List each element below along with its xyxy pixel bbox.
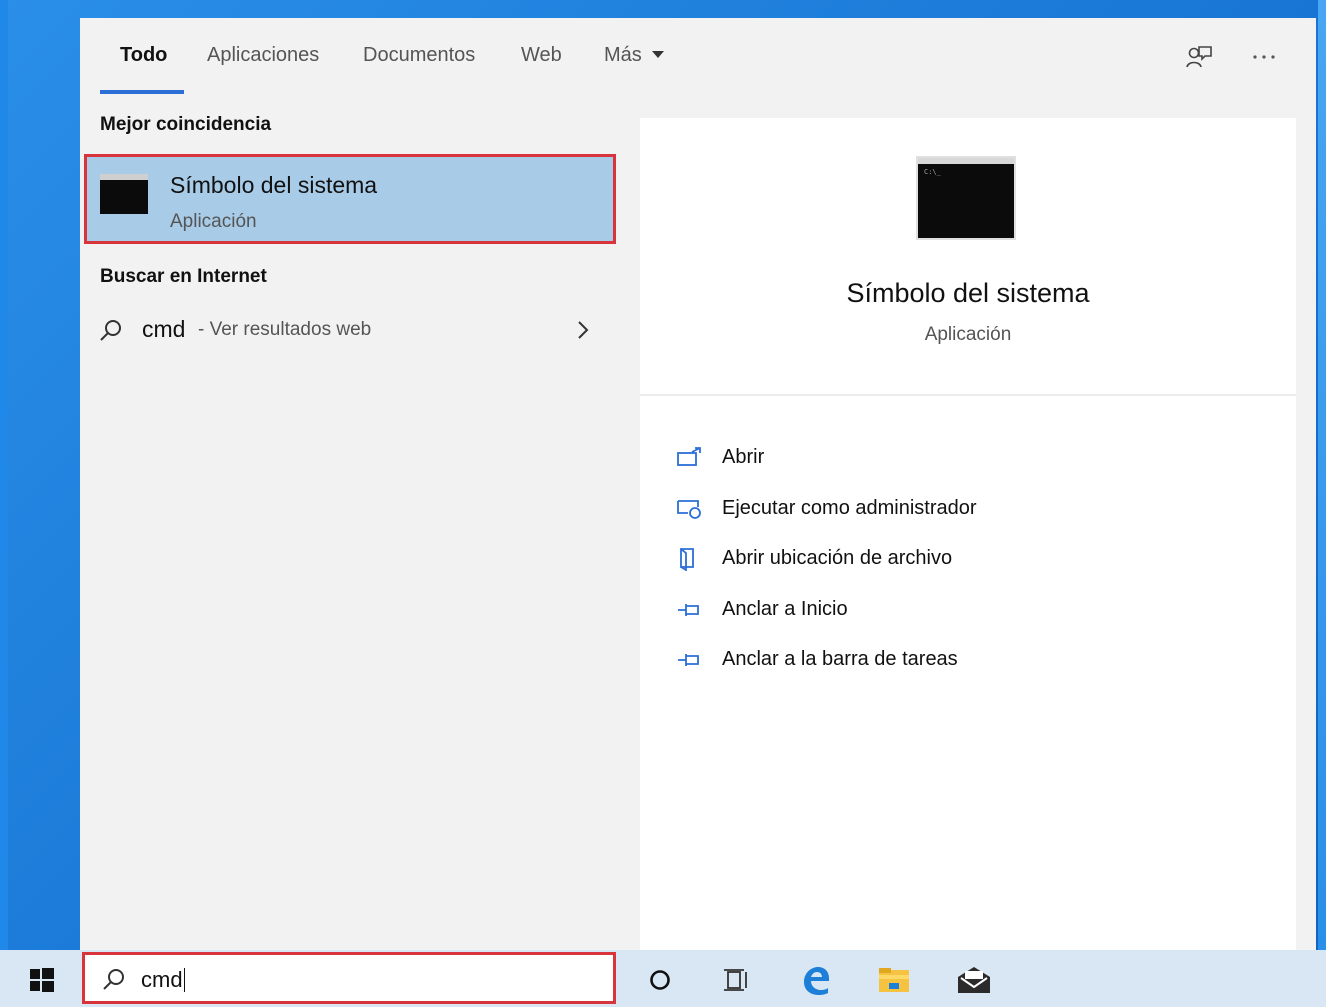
feedback-icon[interactable]	[1182, 40, 1216, 74]
search-icon	[98, 318, 124, 349]
best-match-title: Símbolo del sistema	[170, 172, 378, 198]
best-match-heading: Mejor coincidencia	[100, 114, 272, 135]
chevron-down-icon	[651, 51, 664, 58]
web-search-heading: Buscar en Internet	[100, 266, 267, 287]
divider	[640, 394, 1296, 396]
search-tabs-bar: Todo Aplicaciones Documentos Web Más	[80, 18, 1316, 99]
active-tab-indicator	[100, 90, 184, 94]
detail-subtitle: Aplicación	[924, 324, 1012, 345]
taskbar-search-box[interactable]: cmd	[82, 952, 616, 1004]
action-label: Anclar a Inicio	[722, 598, 848, 620]
best-match-subtitle: Aplicación	[170, 211, 257, 232]
action-label: Anclar a la barra de tareas	[722, 648, 958, 670]
web-query: cmd	[142, 316, 186, 342]
tab-mas[interactable]: Más	[604, 44, 664, 67]
file-location-icon	[676, 547, 704, 572]
taskbar: cmd	[0, 950, 1326, 1007]
file-explorer-icon[interactable]	[874, 960, 914, 1000]
run-as-admin-icon	[676, 497, 704, 521]
tab-aplicaciones[interactable]: Aplicaciones	[207, 44, 319, 67]
command-prompt-icon	[100, 174, 148, 214]
open-icon	[676, 446, 704, 470]
text-cursor	[183, 968, 185, 992]
search-input-value: cmd	[141, 967, 183, 992]
tab-mas-label: Más	[604, 44, 642, 66]
command-prompt-large-icon: C:\_	[918, 158, 1014, 238]
chevron-right-icon	[576, 318, 590, 347]
action-label: Abrir ubicación de archivo	[722, 547, 953, 569]
cortana-icon[interactable]	[640, 960, 680, 1000]
search-panel: Todo Aplicaciones Documentos Web Más Mej…	[80, 18, 1316, 958]
web-hint: - Ver resultados web	[198, 319, 372, 340]
desktop-background-left	[0, 0, 8, 950]
search-icon	[101, 967, 127, 998]
pin-icon	[676, 598, 704, 622]
detail-card: C:\_ Símbolo del sistema Aplicación Abri…	[640, 118, 1296, 958]
detail-title: Símbolo del sistema	[846, 278, 1090, 308]
results-list: Mejor coincidencia Símbolo del sistema A…	[80, 98, 622, 950]
tab-documentos[interactable]: Documentos	[363, 44, 475, 67]
best-match-result[interactable]: Símbolo del sistema Aplicación	[84, 154, 616, 244]
windows-start-icon[interactable]	[30, 968, 54, 997]
search-input[interactable]: cmd	[141, 967, 185, 993]
detail-pane: C:\_ Símbolo del sistema Aplicación Abri…	[622, 98, 1316, 958]
desktop-background-right	[1318, 0, 1326, 950]
more-icon[interactable]	[1248, 40, 1282, 74]
action-label: Ejecutar como administrador	[722, 497, 977, 519]
web-result-row[interactable]: cmd - Ver resultados web	[80, 312, 622, 352]
pin-icon	[676, 648, 704, 672]
tab-web[interactable]: Web	[521, 44, 562, 67]
task-view-icon[interactable]	[716, 960, 756, 1000]
tab-todo[interactable]: Todo	[120, 44, 167, 67]
action-label: Abrir	[722, 446, 765, 468]
edge-icon[interactable]	[796, 960, 836, 1000]
mail-icon[interactable]	[954, 960, 994, 1000]
